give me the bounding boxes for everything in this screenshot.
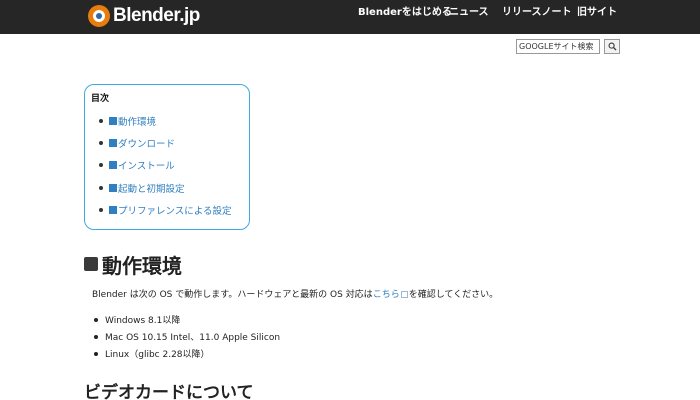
para-text-after: を確認してください。 xyxy=(408,290,499,300)
toc-item-label: インストール xyxy=(118,161,175,172)
site-logo[interactable]: Blender.jp xyxy=(88,3,200,29)
site-header: Blender.jp Blenderをはじめる ニュース リリースノート 旧サイ… xyxy=(0,0,700,34)
intro-paragraph: Blender は次の OS で動作します。ハードウェアと最新の OS 対応はこ… xyxy=(92,287,498,300)
toc-item-download[interactable]: ダウンロード xyxy=(99,136,175,150)
external-link-icon xyxy=(400,291,408,298)
bullet-icon xyxy=(94,317,98,322)
bullet-icon xyxy=(99,141,103,145)
toc-title: 目次 xyxy=(91,94,110,104)
bullet-icon xyxy=(94,334,98,339)
subheading: ビデオカードについて xyxy=(84,383,254,400)
toc-item-install[interactable]: インストール xyxy=(99,158,175,172)
nav-release-notes[interactable]: リリースノート xyxy=(502,0,572,34)
nav-old-site[interactable]: 旧サイト xyxy=(577,0,617,34)
square-icon xyxy=(109,184,117,192)
search-icon xyxy=(608,42,617,51)
logo-text: Blender.jp xyxy=(113,5,200,26)
square-icon xyxy=(109,139,117,147)
square-icon xyxy=(109,161,117,169)
heading-square-icon xyxy=(84,257,98,271)
bullet-icon xyxy=(94,351,98,356)
section-heading: 動作環境 xyxy=(84,250,182,278)
toc-item-label: ダウンロード xyxy=(118,139,176,150)
list-item: Mac OS 10.15 Intel、11.0 Apple Silicon xyxy=(94,330,280,343)
bullet-icon xyxy=(99,208,103,212)
toc-item-preferences[interactable]: プリファレンスによる設定 xyxy=(99,203,232,217)
section-heading-text: 動作環境 xyxy=(102,253,182,278)
list-item: Linux（glibc 2.28以降） xyxy=(94,347,210,360)
list-item: Windows 8.1以降 xyxy=(94,313,180,326)
toc-item-requirements[interactable]: 動作環境 xyxy=(99,114,156,128)
search-button[interactable] xyxy=(604,39,620,54)
bullet-icon xyxy=(99,163,103,167)
nav-news[interactable]: ニュース xyxy=(449,0,489,34)
toc-item-label: 起動と初期設定 xyxy=(118,184,185,195)
square-icon xyxy=(109,206,117,214)
details-link[interactable]: こちら xyxy=(373,290,400,300)
toc-item-label: 動作環境 xyxy=(118,117,157,128)
bullet-icon xyxy=(99,186,103,190)
list-item-text: Linux（glibc 2.28以降） xyxy=(105,350,210,360)
square-icon xyxy=(109,117,117,125)
list-item-text: Windows 8.1以降 xyxy=(105,316,181,326)
bullet-icon xyxy=(99,119,103,123)
table-of-contents: 目次 動作環境 ダウンロード インストール 起動と初期設定 プリファレンスによる… xyxy=(84,84,250,230)
nav-getting-started[interactable]: Blenderをはじめる xyxy=(358,0,452,34)
search-input[interactable] xyxy=(516,39,600,54)
para-text-before: Blender は次の OS で動作します。ハードウェアと最新の OS 対応は xyxy=(92,290,373,300)
toc-item-startup[interactable]: 起動と初期設定 xyxy=(99,181,185,195)
toc-item-label: プリファレンスによる設定 xyxy=(118,206,232,217)
blender-logo-icon xyxy=(88,5,110,27)
list-item-text: Mac OS 10.15 Intel、11.0 Apple Silicon xyxy=(105,333,281,343)
